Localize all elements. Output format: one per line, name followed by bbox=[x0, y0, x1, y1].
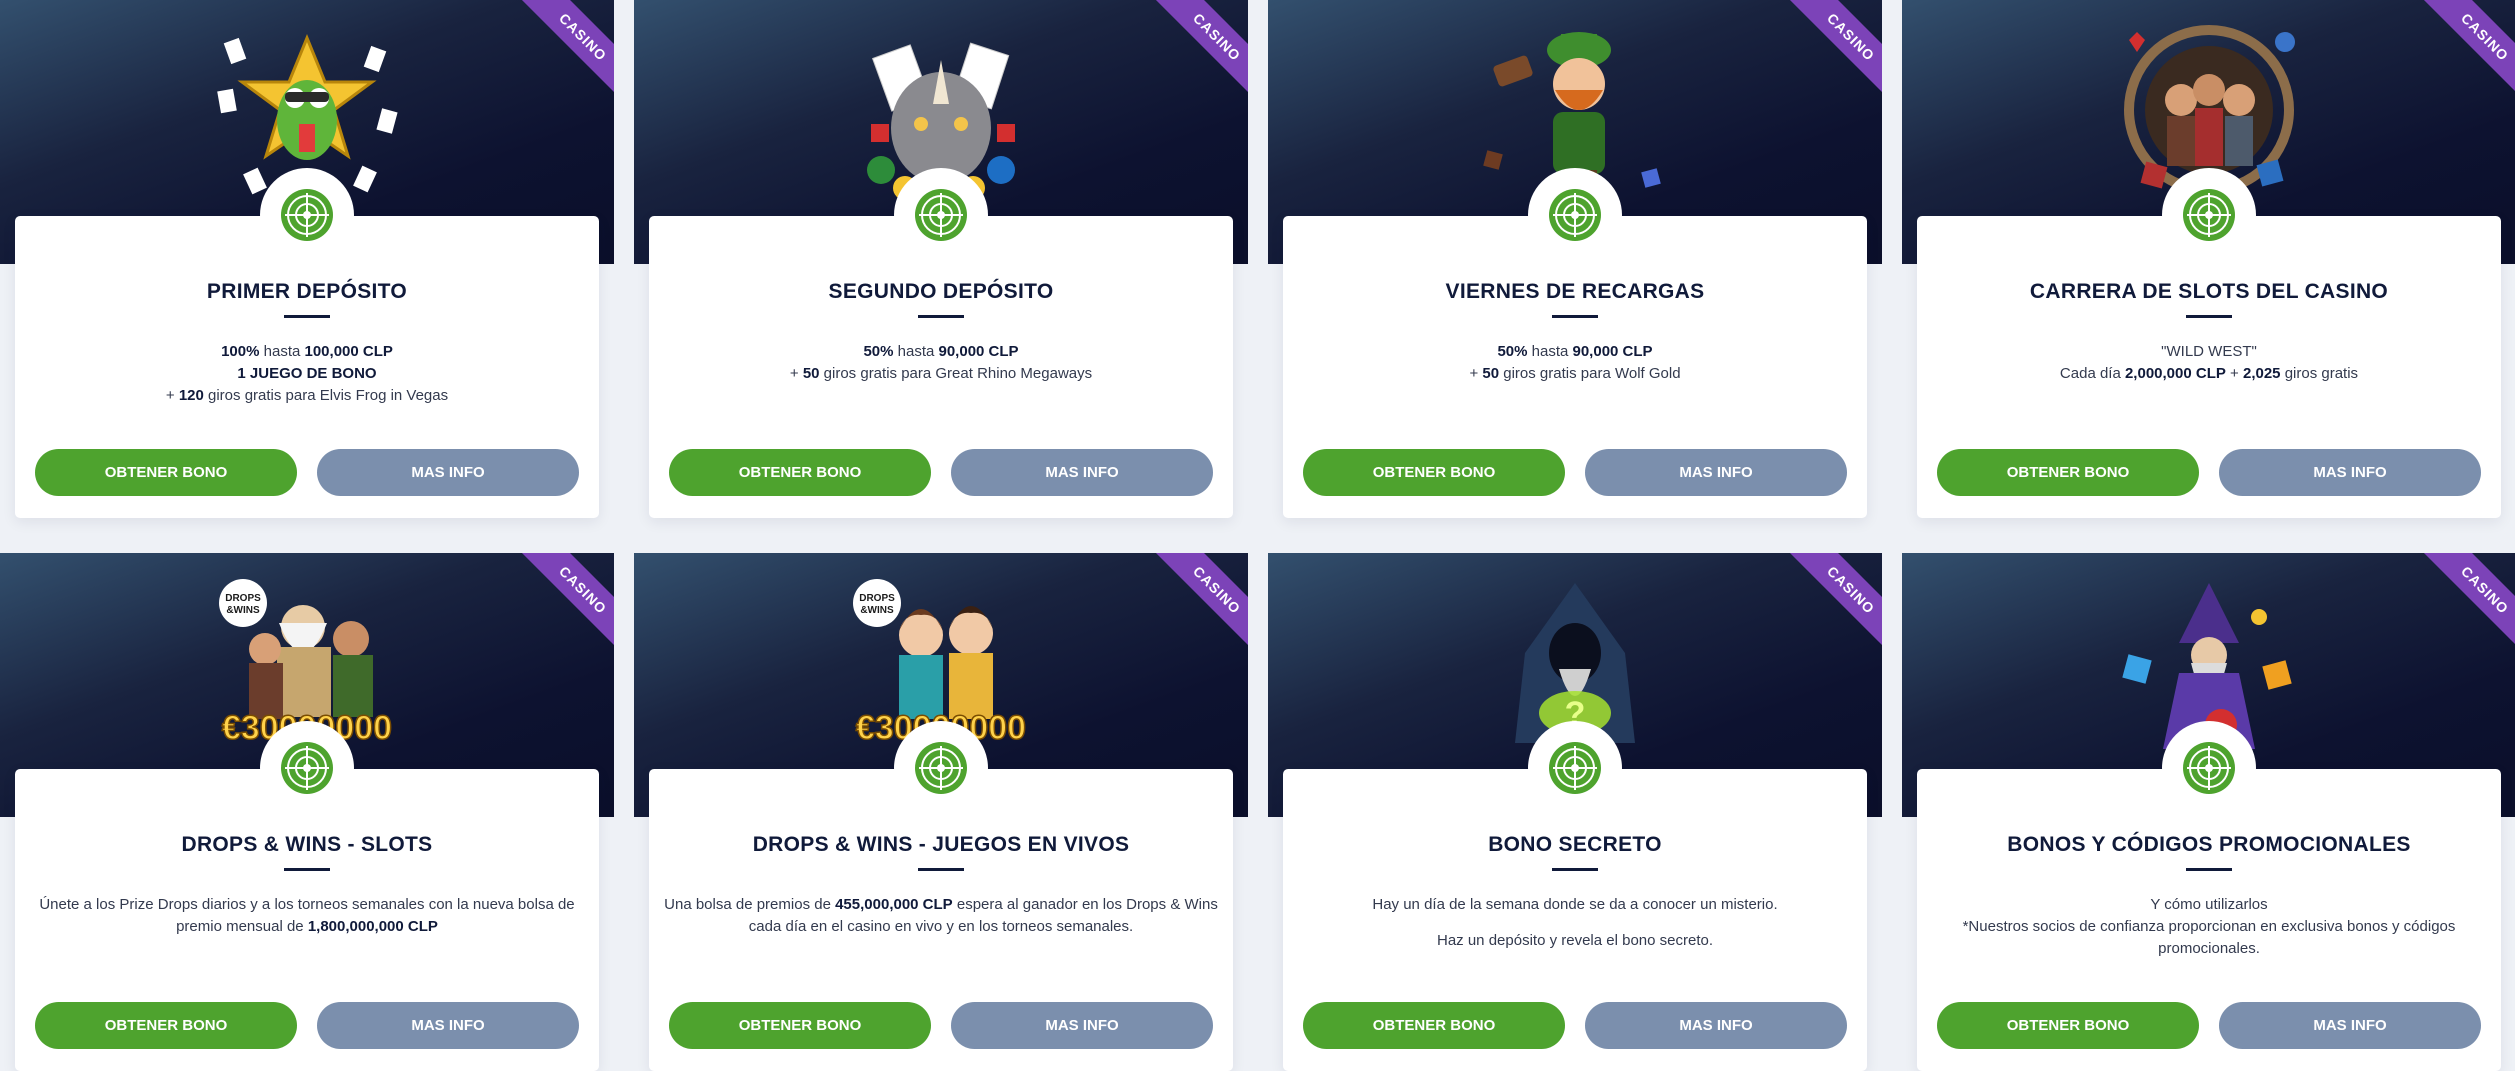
roulette-icon bbox=[1528, 168, 1622, 262]
description-line: 100% hasta 100,000 CLP bbox=[221, 343, 393, 360]
card-description: Únete a los Prize Drops diarios y a los … bbox=[30, 894, 584, 938]
more-info-button[interactable]: MAS INFO bbox=[2219, 1002, 2481, 1049]
more-info-button[interactable]: MAS INFO bbox=[2219, 449, 2481, 496]
description-line: 50% hasta 90,000 CLP bbox=[863, 343, 1019, 360]
description-line: + 120 giros gratis para Elvis Frog in Ve… bbox=[165, 387, 449, 404]
card-title: DROPS & WINS - SLOTS bbox=[181, 833, 433, 856]
description-line: Únete a los Prize Drops diarios y a los … bbox=[39, 896, 575, 935]
description-line: 1 JUEGO DE BONO bbox=[237, 365, 377, 382]
bonus-card: CASINO PRIMER DEPÓSITO 100% hasta 100,00… bbox=[0, 0, 614, 537]
category-ribbon: CASINO bbox=[1151, 0, 1248, 103]
get-bonus-button[interactable]: OBTENER BONO bbox=[1937, 449, 2199, 496]
more-info-button[interactable]: MAS INFO bbox=[317, 449, 579, 496]
svg-text:DROPS: DROPS bbox=[859, 593, 895, 604]
svg-text:&WINS: &WINS bbox=[226, 605, 260, 616]
card-description: 50% hasta 90,000 CLP + 50 giros gratis pa… bbox=[1298, 341, 1852, 385]
title-underline bbox=[284, 868, 330, 871]
more-info-button[interactable]: MAS INFO bbox=[317, 1002, 579, 1049]
title-underline bbox=[918, 868, 964, 871]
category-ribbon: CASINO bbox=[2419, 0, 2515, 103]
card-title: PRIMER DEPÓSITO bbox=[206, 280, 408, 303]
svg-text:DROPS: DROPS bbox=[225, 593, 261, 604]
bonus-card: CASINO SEGUNDO DEPÓSITO 50% hasta 90,000… bbox=[634, 0, 1248, 537]
card-description: Una bolsa de premios de 455,000,000 CLP … bbox=[664, 894, 1218, 938]
get-bonus-button[interactable]: OBTENER BONO bbox=[35, 449, 297, 496]
more-info-button[interactable]: MAS INFO bbox=[1585, 1002, 1847, 1049]
bonus-grid: CASINO PRIMER DEPÓSITO 100% hasta 100,00… bbox=[0, 0, 2515, 1071]
category-ribbon: CASINO bbox=[517, 0, 614, 103]
roulette-icon bbox=[2162, 168, 2256, 262]
title-underline bbox=[1552, 868, 1598, 871]
roulette-icon bbox=[1528, 721, 1622, 815]
card-title: CARRERA DE SLOTS DEL CASINO bbox=[2029, 280, 2389, 303]
title-underline bbox=[284, 315, 330, 318]
title-underline bbox=[2186, 315, 2232, 318]
roulette-icon bbox=[260, 721, 354, 815]
description-line: + 50 giros gratis para Great Rhino Megaw… bbox=[789, 365, 1093, 382]
svg-text:&WINS: &WINS bbox=[860, 605, 894, 616]
category-ribbon: CASINO bbox=[517, 553, 614, 656]
get-bonus-button[interactable]: OBTENER BONO bbox=[669, 449, 931, 496]
roulette-icon bbox=[260, 168, 354, 262]
category-ribbon: CASINO bbox=[1785, 553, 1882, 656]
bonus-card: DROPS &WINS €30000000 CASINO DROPS & WIN… bbox=[0, 553, 614, 1071]
description-line: *Nuestros socios de confianza proporcion… bbox=[1962, 918, 2456, 957]
description-paragraph: Haz un depósito y revela el bono secreto… bbox=[1437, 932, 1713, 949]
card-title: SEGUNDO DEPÓSITO bbox=[828, 280, 1054, 303]
card-description: Y cómo utilizarlos *Nuestros socios de co… bbox=[1932, 894, 2486, 960]
bonus-card: CASINO CARRERA DE SLOTS DEL CASINO "WILD… bbox=[1902, 0, 2515, 537]
description-line: Y cómo utilizarlos bbox=[2150, 896, 2268, 913]
card-title: DROPS & WINS - JUEGOS EN VIVOS bbox=[752, 833, 1130, 856]
title-underline bbox=[2186, 868, 2232, 871]
description-line: Cada día 2,000,000 CLP + 2,025 giros gra… bbox=[2059, 365, 2359, 382]
card-description: 100% hasta 100,000 CLP 1 JUEGO DE BONO + 1… bbox=[30, 341, 584, 407]
description-line: 50% hasta 90,000 CLP bbox=[1497, 343, 1653, 360]
roulette-icon bbox=[2162, 721, 2256, 815]
card-title: BONOS Y CÓDIGOS PROMOCIONALES bbox=[2007, 833, 2411, 856]
card-title: VIERNES DE RECARGAS bbox=[1445, 280, 1705, 303]
card-title: BONO SECRETO bbox=[1488, 833, 1662, 856]
bonus-card: DROPS &WINS €30000000 CASINO DROPS & WIN… bbox=[634, 553, 1248, 1071]
category-ribbon: CASINO bbox=[1785, 0, 1882, 103]
category-ribbon: CASINO bbox=[1151, 553, 1248, 656]
bonus-card: CASINO BONOS Y CÓDIGOS PROMOCIONALES Y c… bbox=[1902, 553, 2515, 1071]
get-bonus-button[interactable]: OBTENER BONO bbox=[1303, 449, 1565, 496]
description-paragraph: Hay un día de la semana donde se da a co… bbox=[1372, 896, 1778, 913]
get-bonus-button[interactable]: OBTENER BONO bbox=[35, 1002, 297, 1049]
card-description: 50% hasta 90,000 CLP + 50 giros gratis pa… bbox=[664, 341, 1218, 385]
bonus-card: ? CASINO BONO SECRETO Hay un día de la s… bbox=[1268, 553, 1882, 1071]
category-ribbon: CASINO bbox=[2419, 553, 2515, 656]
more-info-button[interactable]: MAS INFO bbox=[951, 1002, 1213, 1049]
get-bonus-button[interactable]: OBTENER BONO bbox=[669, 1002, 931, 1049]
description-line: + 50 giros gratis para Wolf Gold bbox=[1469, 365, 1681, 382]
more-info-button[interactable]: MAS INFO bbox=[951, 449, 1213, 496]
roulette-icon bbox=[894, 168, 988, 262]
bonus-card: CASINO VIERNES DE RECARGAS 50% hasta 90,… bbox=[1268, 0, 1882, 537]
description-line: Una bolsa de premios de 455,000,000 CLP … bbox=[664, 896, 1218, 935]
description-line: "WILD WEST" bbox=[2161, 343, 2257, 360]
card-description: Hay un día de la semana donde se da a co… bbox=[1298, 894, 1852, 952]
title-underline bbox=[1552, 315, 1598, 318]
roulette-icon bbox=[894, 721, 988, 815]
card-description: "WILD WEST" Cada día 2,000,000 CLP + 2,02… bbox=[1932, 341, 2486, 385]
more-info-button[interactable]: MAS INFO bbox=[1585, 449, 1847, 496]
get-bonus-button[interactable]: OBTENER BONO bbox=[1937, 1002, 2199, 1049]
title-underline bbox=[918, 315, 964, 318]
get-bonus-button[interactable]: OBTENER BONO bbox=[1303, 1002, 1565, 1049]
